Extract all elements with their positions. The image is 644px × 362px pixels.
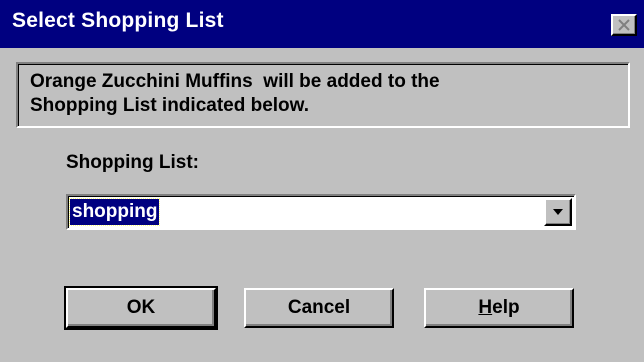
close-button[interactable] [611,14,637,36]
message-text: Orange Zucchini Muffins will be added to… [30,70,440,118]
window-title: Select Shopping List [12,9,224,32]
help-button-label: Help [478,297,520,318]
ok-button-label: OK [126,297,156,318]
message-line-1: Orange Zucchini Muffins will be added to… [30,71,440,92]
dropdown-button[interactable] [544,198,572,226]
select-shopping-list-dialog: Select Shopping List Orange Zucchini Muf… [0,0,644,362]
shopping-list-label: Shopping List: [66,152,199,173]
ok-button[interactable]: OK [64,286,218,330]
chevron-down-icon [552,203,564,221]
shopping-list-selected-value[interactable]: shopping [68,198,161,226]
title-bar[interactable]: Select Shopping List [0,0,644,48]
cancel-button[interactable]: Cancel [244,288,394,328]
cancel-button-label: Cancel [287,297,351,318]
help-button[interactable]: Help [424,288,574,328]
message-line-2: Shopping List indicated below. [30,95,310,116]
shopping-list-dropdown[interactable]: shopping [66,194,576,230]
close-icon [617,19,631,31]
message-panel: Orange Zucchini Muffins will be added to… [16,62,630,128]
